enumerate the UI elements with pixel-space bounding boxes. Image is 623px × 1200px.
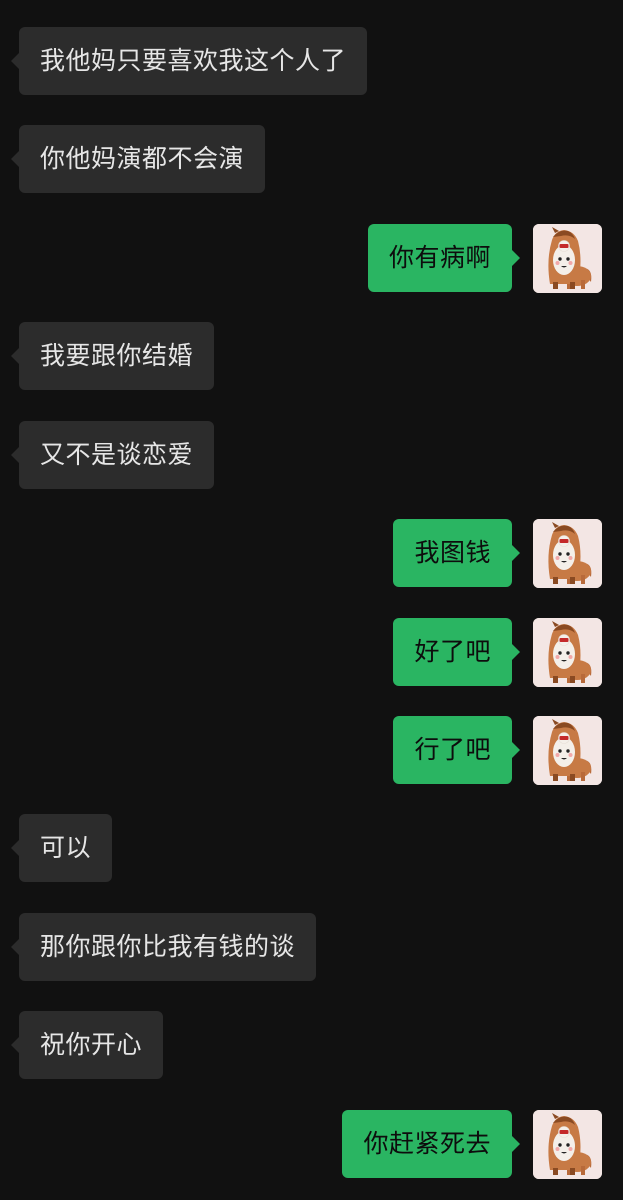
message-row-incoming: 你他妈演都不会演 [0,125,623,195]
message-row-incoming: 我他妈只要喜欢我这个人了 [0,27,623,97]
cartoon-horse-costume-avatar-icon [533,716,602,785]
message-row-incoming: 又不是谈恋爱 [0,421,623,491]
outgoing-message-bubble[interactable]: 好了吧 [393,618,520,686]
incoming-message-bubble[interactable]: 你他妈演都不会演 [10,125,266,193]
incoming-message-bubble[interactable]: 祝你开心 [10,1011,164,1079]
message-row-incoming: 我要跟你结婚 [0,322,623,392]
message-row-incoming: 那你跟你比我有钱的谈 [0,913,623,983]
my-avatar[interactable] [533,519,602,588]
cartoon-horse-costume-avatar-icon [533,519,602,588]
my-avatar[interactable] [533,716,602,785]
message-row-incoming: 祝你开心 [0,1011,623,1081]
cartoon-horse-costume-avatar-icon [533,618,602,687]
outgoing-message-bubble[interactable]: 你赶紧死去 [342,1110,520,1178]
chat-message-list[interactable]: 我他妈只要喜欢我这个人了 你他妈演都不会演 你有病啊 我要跟你结婚 又不是谈恋爱… [0,0,623,1200]
my-avatar[interactable] [533,618,602,687]
cartoon-horse-costume-avatar-icon [533,1110,602,1179]
message-row-outgoing: 我图钱 [0,519,623,589]
outgoing-message-bubble[interactable]: 行了吧 [393,716,520,784]
incoming-message-bubble[interactable]: 我他妈只要喜欢我这个人了 [10,27,368,95]
incoming-message-bubble[interactable]: 那你跟你比我有钱的谈 [10,913,317,981]
message-row-outgoing: 你有病啊 [0,224,623,294]
message-row-outgoing: 行了吧 [0,716,623,786]
cartoon-horse-costume-avatar-icon [533,224,602,293]
incoming-message-bubble[interactable]: 可以 [10,814,113,882]
message-row-outgoing: 好了吧 [0,618,623,688]
message-row-outgoing: 你赶紧死去 [0,1110,623,1180]
outgoing-message-bubble[interactable]: 你有病啊 [367,224,521,292]
my-avatar[interactable] [533,224,602,293]
outgoing-message-bubble[interactable]: 我图钱 [393,519,520,587]
my-avatar[interactable] [533,1110,602,1179]
message-row-incoming: 可以 [0,814,623,884]
incoming-message-bubble[interactable]: 我要跟你结婚 [10,322,215,390]
incoming-message-bubble[interactable]: 又不是谈恋爱 [10,421,215,489]
